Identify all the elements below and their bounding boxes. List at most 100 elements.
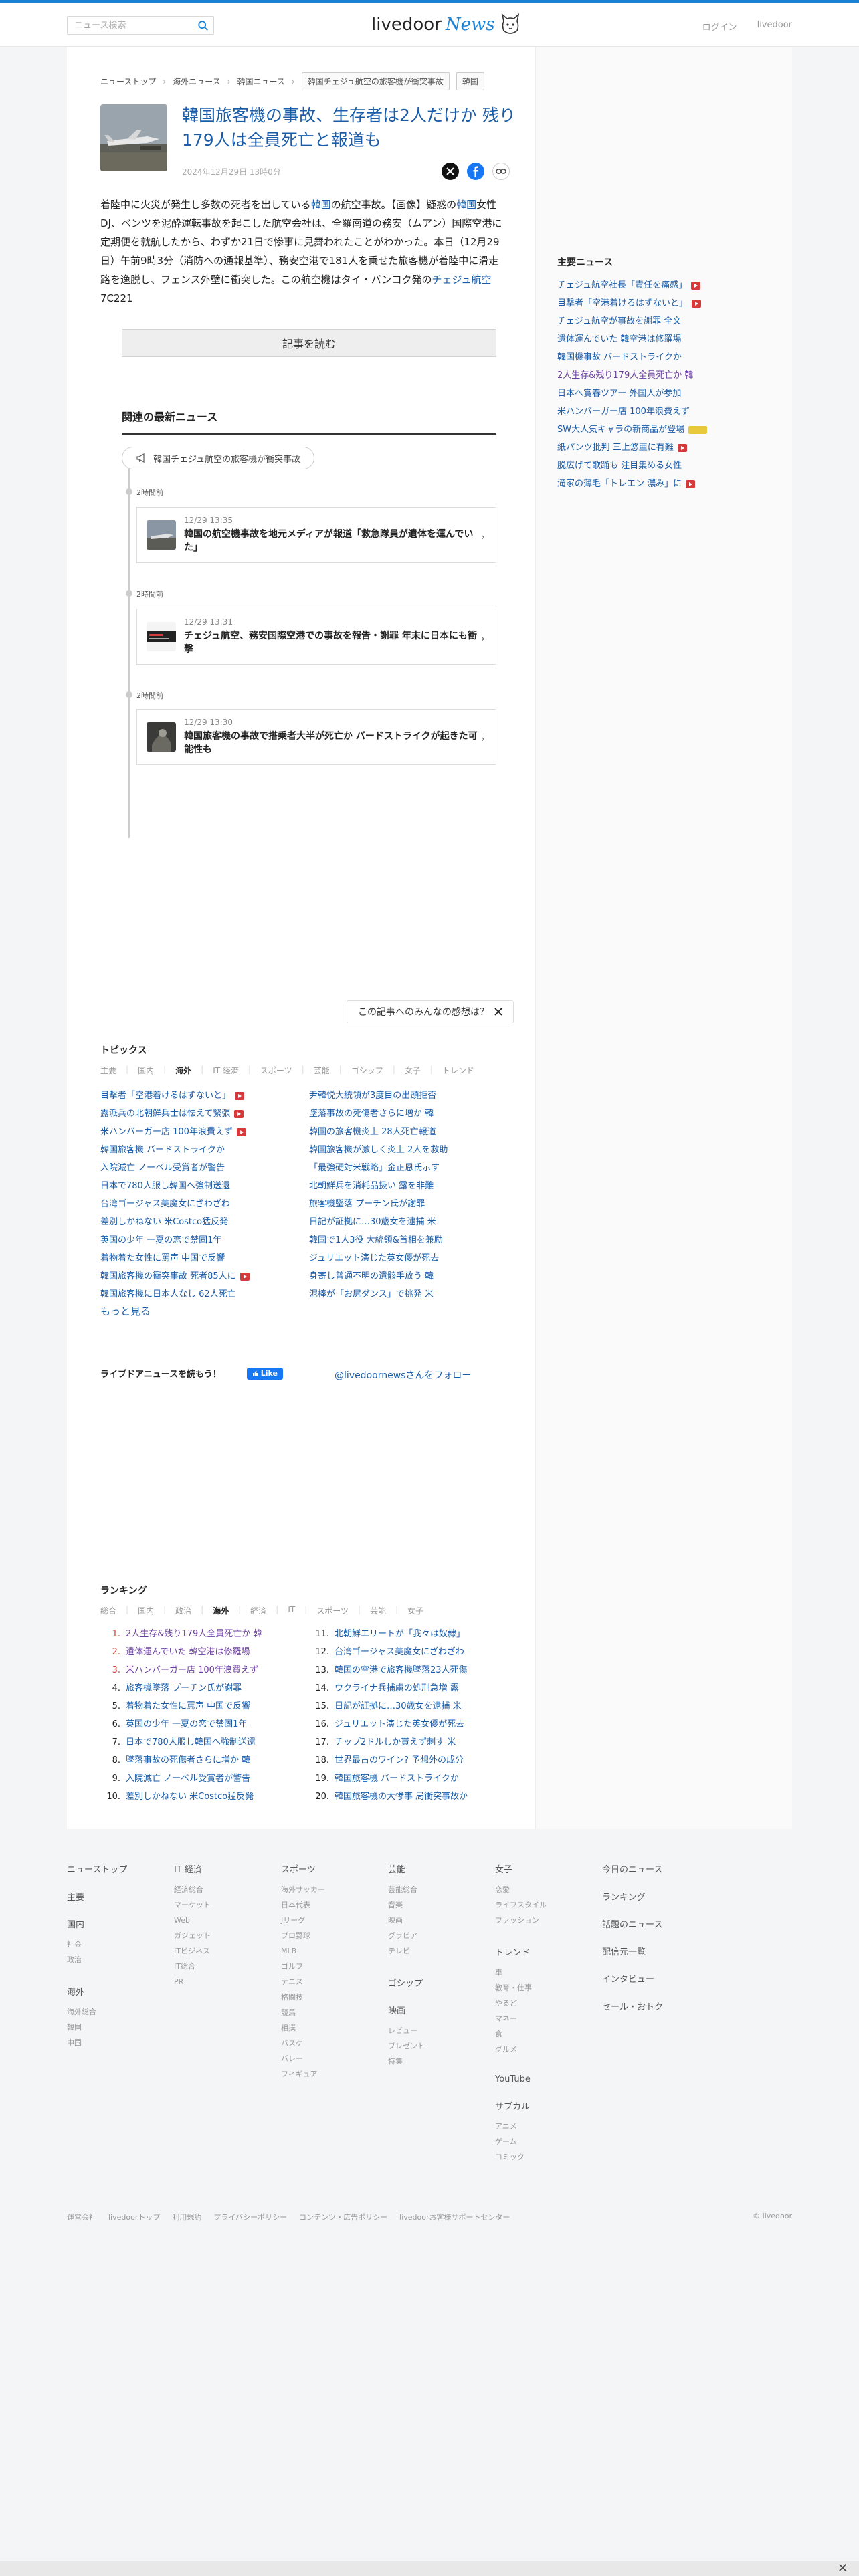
footer-sub-link[interactable]: ライフスタイル <box>495 1897 595 1913</box>
rank-tab-politics[interactable]: 政治 <box>175 1605 191 1616</box>
footer-sub-link[interactable]: ガジェット <box>174 1928 274 1943</box>
ranking-item[interactable]: 11. 北朝鮮エリートが「我々は奴隷」 <box>309 1625 510 1643</box>
footer-bottom-link[interactable]: コンテンツ・広告ポリシー <box>299 2212 387 2222</box>
footer-sub-link[interactable]: テレビ <box>388 1943 488 1959</box>
footer-sub-link[interactable]: テニス <box>281 1974 381 1990</box>
rank-tab-world[interactable]: 海外 <box>213 1605 229 1616</box>
footer-sub-link[interactable]: ITビジネス <box>174 1943 274 1959</box>
footer-sub-link[interactable]: 格闘技 <box>281 1990 381 2005</box>
footer-sub-link[interactable]: コミック <box>495 2149 595 2165</box>
footer-sub-link[interactable]: 経済総合 <box>174 1882 274 1897</box>
footer-heading-link[interactable]: 主要 <box>67 1890 167 1903</box>
breadcrumb-item-korea[interactable]: 韓国ニュース <box>237 76 284 87</box>
footer-sub-link[interactable]: 食 <box>495 2026 595 2042</box>
topic-item[interactable]: 墜落事故の死傷者さらに増か 韓 <box>309 1105 516 1123</box>
footer-heading-link[interactable]: YouTube <box>495 2074 595 2084</box>
footer-heading-link[interactable]: 海外 <box>67 1985 167 1998</box>
footer-sub-link[interactable]: 音楽 <box>388 1897 488 1913</box>
footer-heading-link[interactable]: 配信元一覧 <box>602 1945 702 1957</box>
footer-sub-link[interactable]: フィギュア <box>281 2066 381 2082</box>
ranking-item[interactable]: 18. 世界最古のワイン? 予想外の成分 <box>309 1751 510 1769</box>
footer-sub-link[interactable]: 相撲 <box>281 2020 381 2036</box>
footer-sub-link[interactable]: Web <box>174 1913 274 1928</box>
facebook-like-button[interactable]: Like <box>246 1367 283 1380</box>
footer-sub-link[interactable]: 海外総合 <box>67 2004 167 2020</box>
tab-domestic[interactable]: 国内 <box>138 1065 154 1076</box>
opinion-button[interactable]: この記事へのみんなの感想は？ <box>347 1000 514 1023</box>
footer-sub-link[interactable]: 社会 <box>67 1937 167 1952</box>
footer-sub-link[interactable]: プレゼント <box>388 2038 488 2054</box>
footer-sub-link[interactable]: バスケ <box>281 2036 381 2051</box>
footer-sub-link[interactable]: やるど <box>495 1996 595 2011</box>
x-share-icon[interactable] <box>442 163 459 180</box>
footer-sub-link[interactable]: バレー <box>281 2051 381 2066</box>
ranking-item[interactable]: 10. 差別しかねない 米Costco猛反発 <box>100 1788 301 1806</box>
footer-bottom-link[interactable]: プライバシーポリシー <box>213 2212 287 2222</box>
sidebar-news-item[interactable]: SW大人気キャラの新商品が登場 <box>557 421 778 439</box>
footer-bottom-link[interactable]: 利用規約 <box>172 2212 201 2222</box>
tab-trend[interactable]: トレンド <box>442 1065 474 1076</box>
tab-main[interactable]: 主要 <box>100 1065 116 1076</box>
sidebar-news-item[interactable]: 目撃者「空港着けるはずないと」 <box>557 294 778 312</box>
footer-sub-link[interactable]: IT総合 <box>174 1959 274 1974</box>
topic-item[interactable]: ジュリエット演じた英女優が死去 <box>309 1249 516 1267</box>
sidebar-news-item[interactable]: 韓国機事故 バードストライクか <box>557 348 778 366</box>
footer-sub-link[interactable]: 恋愛 <box>495 1882 595 1897</box>
footer-heading-link[interactable]: 今日のニュース <box>602 1862 702 1875</box>
site-logo[interactable]: livedoor News <box>371 12 522 37</box>
topic-item[interactable]: 尹韓悦大統領が3度目の出頭拒否 <box>309 1087 516 1105</box>
ranking-item[interactable]: 16. ジュリエット演じた英女優が死去 <box>309 1715 510 1733</box>
search-input[interactable] <box>68 17 188 33</box>
footer-heading-link[interactable]: IT 経済 <box>174 1862 274 1875</box>
footer-heading-link[interactable]: ゴシップ <box>388 1976 488 1989</box>
sidebar-news-item[interactable]: チェジュ航空社長「責任を痛感」 <box>557 276 778 294</box>
sidebar-news-item[interactable]: 米ハンバーガー店 100年浪費えず <box>557 403 778 421</box>
keyword-link[interactable]: チェジュ航空 <box>432 274 491 286</box>
breadcrumb-tag[interactable]: 韓国 <box>456 72 484 90</box>
ranking-item[interactable]: 6. 英国の少年 一夏の恋で禁固1年 <box>100 1715 301 1733</box>
topic-item[interactable]: 日本で780人服し韓国へ強制送還 <box>100 1177 308 1195</box>
topic-item[interactable]: 韓国旅客機の衝突事故 死者85人に <box>100 1267 308 1285</box>
footer-sub-link[interactable]: グルメ <box>495 2042 595 2057</box>
topic-item[interactable]: 差別しかねない 米Costco猛反発 <box>100 1213 308 1231</box>
sidebar-news-item[interactable]: 遺体運んでいた 韓空港は修羅場 <box>557 330 778 348</box>
footer-heading-link[interactable]: トレンド <box>495 1945 595 1958</box>
footer-sub-link[interactable]: 政治 <box>67 1952 167 1967</box>
footer-heading-link[interactable]: サブカル <box>495 2099 595 2112</box>
ranking-item[interactable]: 20. 韓国旅客機の大惨事 局衝突事故か <box>309 1788 510 1806</box>
footer-bottom-link[interactable]: livedoorお客様サポートセンター <box>399 2212 510 2222</box>
topic-item[interactable]: 着物着た女性に罵声 中国で反響 <box>100 1249 308 1267</box>
footer-sub-link[interactable]: 海外サッカー <box>281 1882 381 1897</box>
footer-bottom-link[interactable]: livedoorトップ <box>108 2212 160 2222</box>
footer-sub-link[interactable]: 教育・仕事 <box>495 1980 595 1996</box>
sidebar-news-item[interactable]: 紙パンツ批判 三上悠亜に有難 <box>557 439 778 457</box>
topic-item[interactable]: 台湾ゴージャス美魔女にざわざわ <box>100 1195 308 1213</box>
footer-sub-link[interactable]: ゴルフ <box>281 1959 381 1974</box>
sidebar-news-item[interactable]: チェジュ航空が事故を謝罪 全文 <box>557 312 778 330</box>
search-icon[interactable] <box>197 20 209 32</box>
footer-heading-link[interactable]: スポーツ <box>281 1862 381 1875</box>
topic-item[interactable]: 日記が証拠に…30歳女を逮捕 米 <box>309 1213 516 1231</box>
rank-tab-entertainment[interactable]: 芸能 <box>370 1605 386 1616</box>
ranking-item[interactable]: 9. 入院滅亡 ノーベル受賞者が警告 <box>100 1769 301 1788</box>
ranking-item[interactable]: 19. 韓国旅客機 バードストライクか <box>309 1769 510 1788</box>
footer-heading-link[interactable]: インタビュー <box>602 1972 702 1985</box>
footer-heading-link[interactable]: ランキング <box>602 1890 702 1903</box>
sidebar-news-item[interactable]: 滝家の薄毛「トレエン 濃み」に <box>557 475 778 493</box>
footer-heading-link[interactable]: 女子 <box>495 1862 595 1875</box>
footer-sub-link[interactable]: マネー <box>495 2011 595 2026</box>
ranking-item[interactable]: 8. 墜落事故の死傷者さらに増か 韓 <box>100 1751 301 1769</box>
footer-sub-link[interactable]: 特集 <box>388 2054 488 2069</box>
topic-item[interactable]: 北朝鮮兵を消耗品扱い 露を非難 <box>309 1177 516 1195</box>
related-news-item[interactable]: 12/29 13:30 韓国旅客機の事故で搭乗者大半が死亡か バードストライクが… <box>136 709 496 765</box>
footer-sub-link[interactable]: 車 <box>495 1965 595 1980</box>
footer-sub-link[interactable]: アニメ <box>495 2119 595 2134</box>
rank-tab-all[interactable]: 総合 <box>100 1605 116 1616</box>
topic-item[interactable]: 韓国旅客機に日本人なし 62人死亡 <box>100 1285 308 1303</box>
keyword-link[interactable]: 韓国 <box>456 199 476 211</box>
rank-tab-domestic[interactable]: 国内 <box>138 1605 154 1616</box>
topic-item[interactable]: 目撃者「空港着けるはずないと」 <box>100 1087 308 1105</box>
keyword-link[interactable]: 韓国 <box>311 199 331 211</box>
footer-sub-link[interactable]: マーケット <box>174 1897 274 1913</box>
footer-heading-link[interactable]: セール・おトク <box>602 2000 702 2012</box>
